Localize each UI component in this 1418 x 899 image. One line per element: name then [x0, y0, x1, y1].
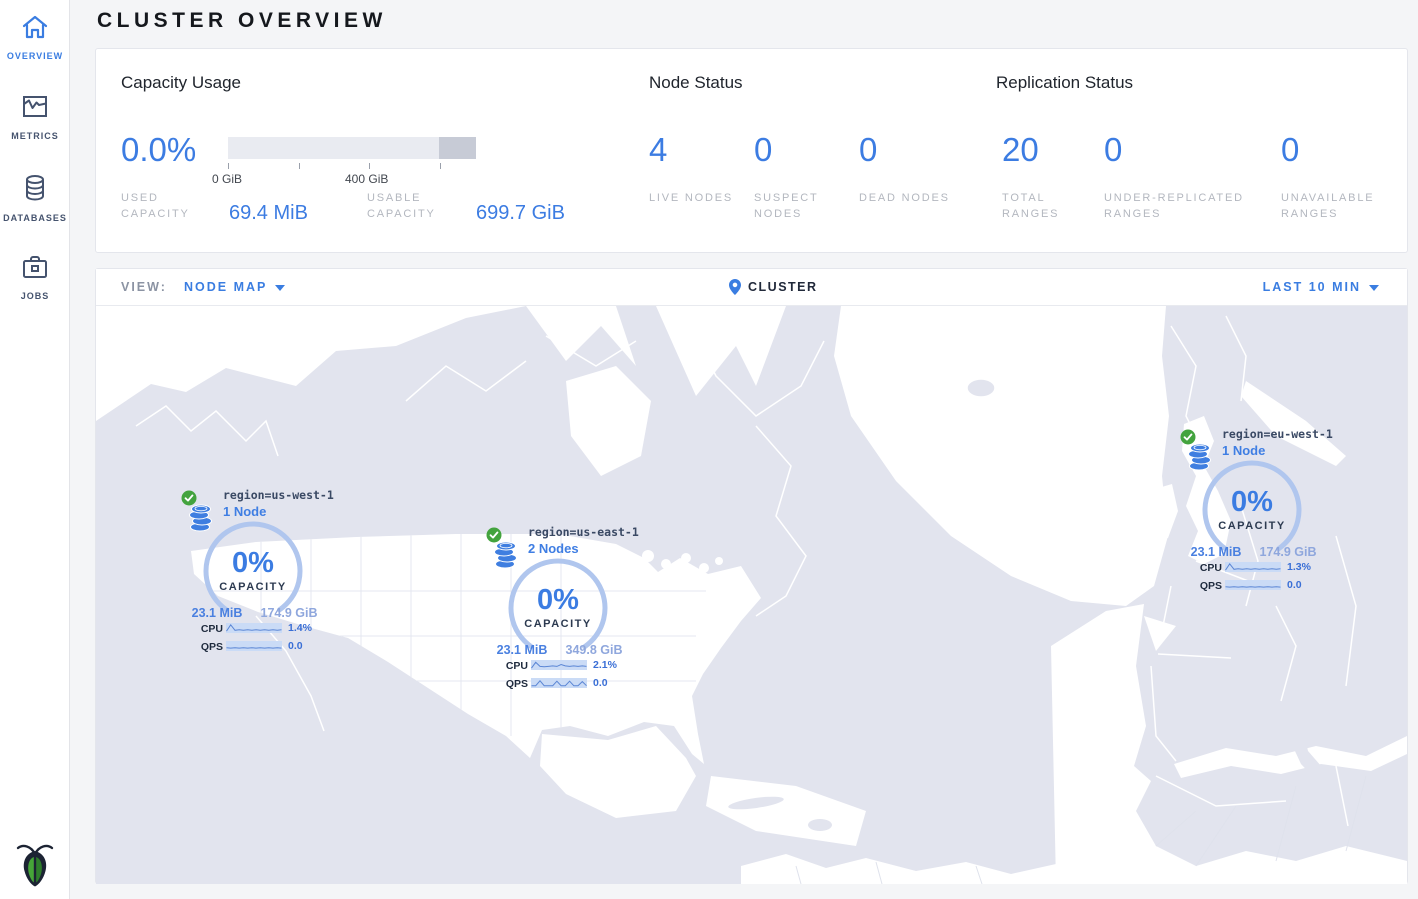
marker-qps-value: 0.0 [1287, 579, 1302, 591]
live-nodes-label: LIVE NODES [649, 190, 741, 206]
usable-capacity-value: 699.7 GiB [476, 202, 565, 225]
breadcrumb[interactable]: CLUSTER [748, 280, 818, 294]
marker-region-label: region=us-east-1 [528, 525, 639, 539]
replication-status-title: Replication Status [996, 73, 1133, 93]
capacity-usage-title: Capacity Usage [121, 73, 241, 93]
suspect-nodes-value: 0 [754, 131, 772, 169]
marker-total-capacity: 349.8 GiB [550, 643, 638, 657]
suspect-nodes-label: SUSPECT NODES [754, 190, 846, 222]
marker-cpu-label: CPU [189, 623, 223, 635]
capacity-percent: 0.0% [121, 131, 196, 169]
node-status-title: Node Status [649, 73, 743, 93]
qps-sparkline [531, 678, 587, 688]
sidebar: OVERVIEW METRICS DATABASES JOBS [0, 0, 70, 899]
cluster-summary-panel: Capacity Usage 0.0% 0 GiB 400 GiB USED C… [95, 48, 1408, 253]
home-icon [20, 13, 50, 41]
capacity-bar [228, 137, 476, 159]
map-toolbar: VIEW: NODE MAP CLUSTER LAST 10 MIN [96, 269, 1407, 306]
unavailable-ranges-value: 0 [1281, 131, 1299, 169]
usable-capacity-label: USABLE CAPACITY [367, 190, 459, 222]
marker-capacity-percent: 0% [1197, 486, 1307, 519]
marker-cpu-label: CPU [494, 660, 528, 672]
chevron-down-icon [1369, 285, 1379, 291]
location-pin-icon [729, 279, 741, 295]
used-capacity-label: USED CAPACITY [121, 190, 213, 222]
dead-nodes-label: DEAD NODES [859, 190, 951, 206]
chevron-down-icon [275, 285, 285, 291]
marker-qps-value: 0.0 [288, 640, 303, 652]
marker-cpu-value: 2.1% [593, 659, 617, 671]
node-map-marker-us-west-1[interactable]: region=us-west-1 1 Node 0% CAPACITY 23.1… [163, 481, 383, 661]
node-map-panel: VIEW: NODE MAP CLUSTER LAST 10 MIN [95, 268, 1408, 884]
sidebar-item-label: JOBS [0, 291, 70, 301]
marker-region-label: region=us-west-1 [223, 488, 334, 502]
world-map: region=us-west-1 1 Node 0% CAPACITY 23.1… [96, 306, 1407, 884]
total-ranges-value: 20 [1002, 131, 1039, 169]
marker-total-capacity: 174.9 GiB [1244, 545, 1332, 559]
sidebar-item-metrics[interactable]: METRICS [0, 93, 70, 141]
unavailable-ranges-label: UNAVAILABLE RANGES [1281, 190, 1406, 222]
live-nodes-value: 4 [649, 131, 667, 169]
marker-capacity-label: CAPACITY [1197, 520, 1307, 532]
page-title: CLUSTER OVERVIEW [97, 9, 387, 33]
briefcase-icon [20, 253, 50, 281]
marker-total-capacity: 174.9 GiB [245, 606, 333, 620]
marker-qps-label: QPS [1188, 580, 1222, 592]
under-replicated-ranges-value: 0 [1104, 131, 1122, 169]
sidebar-item-label: DATABASES [0, 213, 70, 223]
sidebar-item-jobs[interactable]: JOBS [0, 253, 70, 301]
used-capacity-value: 69.4 MiB [229, 202, 308, 225]
marker-cpu-value: 1.3% [1287, 561, 1311, 573]
qps-sparkline [226, 641, 282, 651]
capacity-tick-400: 400 GiB [345, 172, 388, 186]
total-ranges-label: TOTAL RANGES [1002, 190, 1094, 222]
cpu-sparkline [226, 623, 282, 633]
sidebar-item-label: OVERVIEW [0, 51, 70, 61]
cpu-sparkline [1225, 562, 1281, 572]
marker-qps-value: 0.0 [593, 677, 608, 689]
under-replicated-ranges-label: UNDER-REPLICATED RANGES [1104, 190, 1269, 222]
marker-capacity-label: CAPACITY [198, 581, 308, 593]
dead-nodes-value: 0 [859, 131, 877, 169]
cockroachdb-logo [15, 841, 55, 887]
sidebar-item-overview[interactable]: OVERVIEW [0, 13, 70, 61]
capacity-tick-0: 0 GiB [212, 172, 242, 186]
metrics-icon [20, 93, 50, 121]
node-map-marker-eu-west-1[interactable]: region=eu-west-1 1 Node 0% CAPACITY 23.1… [1162, 420, 1382, 600]
cpu-sparkline [531, 660, 587, 670]
marker-capacity-percent: 0% [198, 547, 308, 580]
time-range-selector[interactable]: LAST 10 MIN [1263, 280, 1379, 294]
database-icon [20, 173, 50, 203]
marker-qps-label: QPS [189, 641, 223, 653]
view-selector[interactable]: NODE MAP [184, 280, 285, 294]
marker-region-label: region=eu-west-1 [1222, 427, 1333, 441]
sidebar-item-label: METRICS [0, 131, 70, 141]
qps-sparkline [1225, 580, 1281, 590]
marker-capacity-label: CAPACITY [503, 618, 613, 630]
capacity-bar-end-segment [439, 137, 476, 159]
node-map-marker-us-east-1[interactable]: region=us-east-1 2 Nodes 0% CAPACITY 23.… [468, 518, 688, 698]
sidebar-item-databases[interactable]: DATABASES [0, 173, 70, 223]
view-label: VIEW: [121, 280, 167, 294]
marker-capacity-percent: 0% [503, 584, 613, 617]
marker-qps-label: QPS [494, 678, 528, 690]
marker-cpu-label: CPU [1188, 562, 1222, 574]
marker-cpu-value: 1.4% [288, 622, 312, 634]
